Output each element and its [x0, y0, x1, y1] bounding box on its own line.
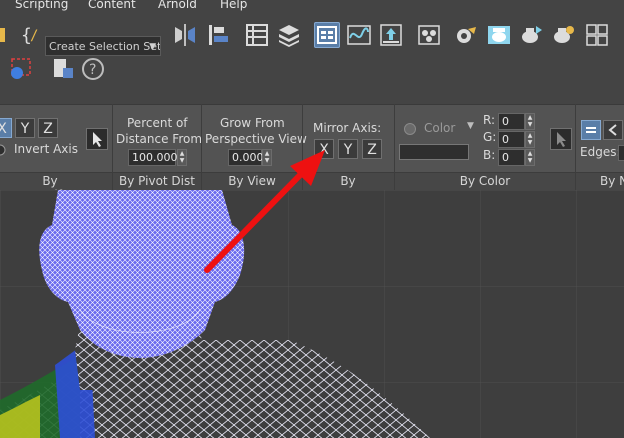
partial-toolbar-icon — [0, 28, 5, 42]
color-label: Color — [424, 121, 456, 135]
cursor-icon — [93, 132, 102, 147]
render-cloud-icon[interactable] — [550, 22, 576, 48]
half-axis-z-button[interactable]: Z — [38, 118, 58, 138]
color-radio[interactable] — [403, 122, 417, 136]
by-pivot-dist-label: By Pivot Dist — [119, 174, 195, 188]
half-axis-x-button[interactable]: X — [0, 118, 12, 138]
by-color-label: By Color — [459, 174, 511, 188]
menu-scripting[interactable]: Scripting — [15, 0, 68, 11]
invert-axis-label: Invert Axis — [14, 142, 78, 156]
g-label: G: — [483, 130, 497, 144]
color-cursor-button[interactable] — [550, 128, 572, 150]
invert-axis-radio[interactable] — [0, 143, 6, 157]
menu-bar: Scripting Content Arnold Help — [0, 0, 624, 14]
b-label: B: — [483, 148, 496, 162]
mirror-icon[interactable] — [172, 22, 198, 48]
color-swatch[interactable] — [399, 144, 469, 160]
main-toolbar: { / Create Selection Set ▼ ? — [0, 14, 624, 104]
mirror-axis-label: Mirror Axis: — [313, 121, 382, 135]
pivot-title-line2: Distance From — [116, 132, 203, 146]
selection-set-dropdown[interactable]: Create Selection Set ▼ — [45, 36, 161, 56]
by-n-label: By N — [600, 174, 624, 188]
b-spinner[interactable]: ▲ ▼ — [525, 149, 535, 166]
r-label: R: — [483, 113, 496, 127]
separator — [575, 104, 576, 190]
tile-icon[interactable] — [584, 22, 610, 48]
edges-label: Edges: — [580, 145, 621, 159]
separator — [112, 104, 113, 190]
ribbon-toggle-button[interactable] — [314, 22, 340, 48]
material-editor-icon[interactable] — [416, 22, 442, 48]
help-icon[interactable]: ? — [80, 56, 106, 82]
less-than-button[interactable] — [603, 120, 623, 140]
separator — [394, 104, 395, 190]
align-icon[interactable] — [206, 22, 232, 48]
b-input[interactable]: 0 — [498, 149, 525, 166]
chevron-down-icon[interactable]: ▼ — [467, 121, 474, 131]
pivot-title-line1: Percent of — [127, 116, 188, 130]
cursor-icon — [557, 132, 566, 147]
menu-help[interactable]: Help — [220, 0, 247, 11]
curve-editor-icon[interactable] — [346, 22, 372, 48]
chevron-left-icon — [608, 124, 617, 136]
region-select-icon[interactable] — [6, 56, 34, 82]
view-title-line1: Grow From — [220, 116, 285, 130]
edges-input[interactable] — [618, 145, 624, 161]
scene-explorer-icon[interactable] — [276, 22, 302, 48]
render-icon[interactable] — [518, 22, 544, 48]
r-input[interactable]: 0 — [498, 113, 525, 130]
pivot-distance-spinner[interactable]: ▲ ▼ — [177, 149, 187, 166]
pivot-distance-input[interactable]: 100.000 — [128, 149, 178, 166]
selection-set-label: Create Selection Set — [49, 40, 161, 53]
g-spinner[interactable]: ▲ ▼ — [525, 131, 535, 148]
mirror-axis-y-button[interactable]: Y — [338, 139, 358, 159]
svg-text:?: ? — [89, 62, 96, 78]
rendered-frame-icon[interactable] — [486, 22, 512, 48]
mirror-axis-z-button[interactable]: Z — [362, 139, 382, 159]
graphite-tool-icon[interactable] — [50, 56, 76, 82]
equal-icon — [586, 127, 596, 133]
menu-arnold[interactable]: Arnold — [158, 0, 197, 11]
svg-text:/: / — [30, 28, 38, 44]
render-setup-icon[interactable] — [454, 22, 480, 48]
curly-braces-icon[interactable]: { / — [18, 22, 44, 48]
menu-content[interactable]: Content — [88, 0, 136, 11]
equal-button[interactable] — [581, 120, 601, 140]
annotation-arrow — [204, 150, 325, 273]
layer-explorer-icon[interactable] — [244, 22, 270, 48]
g-input[interactable]: 0 — [498, 131, 525, 148]
r-spinner[interactable]: ▲ ▼ — [525, 113, 535, 130]
select-cursor-button[interactable] — [86, 128, 108, 150]
half-axis-y-button[interactable]: Y — [15, 118, 35, 138]
chevron-down-icon: ▼ — [149, 42, 156, 52]
ribbon-toggle-icon — [317, 26, 337, 44]
schematic-icon[interactable] — [378, 22, 404, 48]
